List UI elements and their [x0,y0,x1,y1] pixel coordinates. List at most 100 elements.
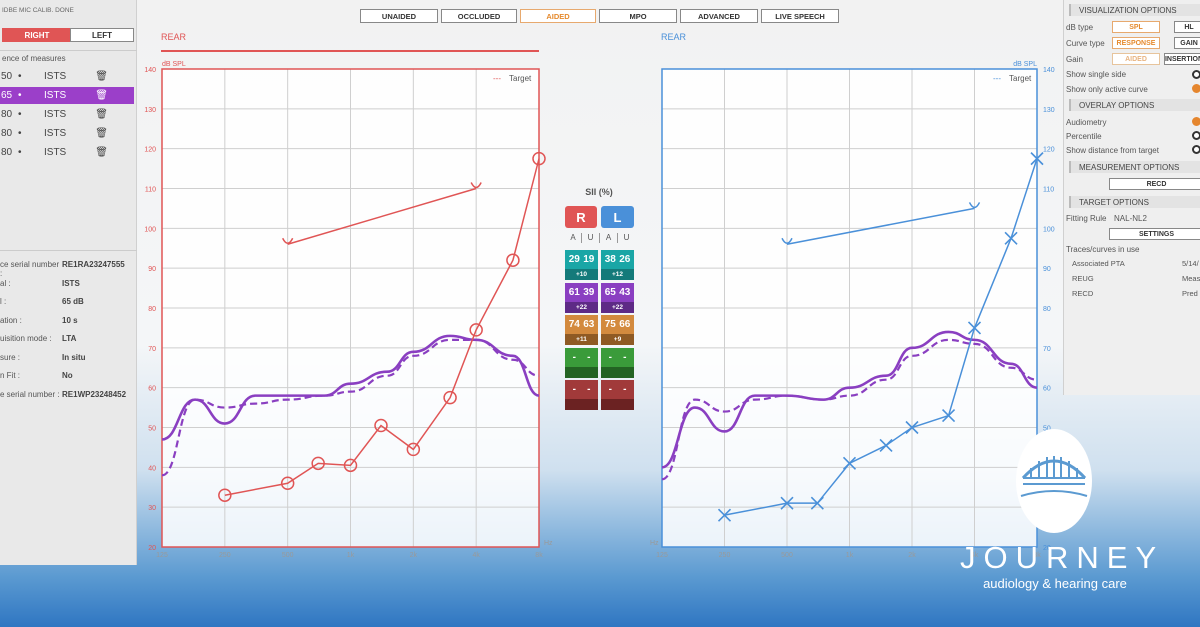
left-chart-title: REAR [661,32,687,42]
aided-button[interactable]: AIDED [1112,53,1160,65]
tab-occluded[interactable]: OCCLUDED [441,9,517,23]
y-tick-label: 120 [1043,147,1055,154]
measure-signal: ISTS [44,90,67,101]
tab-live-speech[interactable]: LIVE SPEECH [761,9,839,23]
trash-icon[interactable]: 🗑 [88,90,108,101]
x-axis-label: Hz [544,540,553,547]
tab-advanced[interactable]: ADVANCED [680,9,758,23]
y-tick-label: 100 [144,226,156,233]
info-row: sure : In situ [0,353,86,362]
y-tick-label: 30 [148,505,156,512]
info-value: No [62,371,73,380]
measure-dot: • [18,128,22,139]
sii-delta [601,399,634,410]
percentile-toggle[interactable] [1192,131,1200,140]
legend-dash: --- [493,74,501,83]
measurement-options-header: MEASUREMENT OPTIONS [1069,161,1200,173]
trash-icon[interactable]: 🗑 [88,71,108,82]
measure-row[interactable]: 50 • ISTS 🗑 [0,68,134,85]
info-key: al : [0,278,11,288]
sii-l-cell: 75 66 +9 [601,315,634,345]
measure-panel: IDBE MIC CALIB. DONE RIGHT LEFT ence of … [0,0,137,565]
sii-delta: +22 [565,302,598,313]
y-tick-label: 100 [1043,226,1055,233]
recd-button[interactable]: RECD [1109,178,1200,190]
x-tick-label: 4k [472,552,480,559]
spl-button[interactable]: SPL [1112,21,1160,33]
sii-aided-value: - [608,352,612,363]
gain-label: Gain [1066,55,1083,64]
measure-dot: • [18,71,22,82]
y-tick-label: 40 [148,465,156,472]
y-axis-label: dB SPL [162,61,186,68]
settings-button[interactable]: SETTINGS [1109,228,1200,240]
sii-aided-value: 38 [604,254,616,265]
trace-name: RECD [1072,289,1094,298]
y-tick-label: 60 [148,386,156,393]
db-type-label: dB type [1066,23,1094,32]
trash-icon[interactable]: 🗑 [88,128,108,139]
sii-r-cell: 61 39 +22 [565,283,598,313]
measure-row[interactable]: 80 • ISTS 🗑 [0,144,134,161]
sii-l-cell: 65 43 +22 [601,283,634,313]
hl-button[interactable]: HL [1174,21,1200,33]
left-ear-chart[interactable]: 2030405060708090100110120130140125250500… [645,55,1063,565]
right-ear-button[interactable]: RIGHT [2,28,72,42]
sii-aided-value: 61 [568,287,580,298]
sii-unaided-value: 39 [583,287,595,298]
show-single-side-toggle[interactable] [1192,70,1200,79]
x-tick-label: 125 [156,552,168,559]
info-value: RE1WP23248452 [62,389,127,399]
overlay-options-header: OVERLAY OPTIONS [1069,99,1200,111]
sii-delta [601,367,634,378]
options-panel: VISUALIZATION OPTIONS dB type SPL HL Cur… [1063,0,1200,395]
y-tick-label: 20 [148,545,156,552]
measure-row[interactable]: 80 • ISTS 🗑 [0,106,134,123]
right-chart-title: REAR [161,32,187,42]
measure-signal: ISTS [44,128,67,139]
right-ear-chart[interactable]: 20 30 40 50 60 70 80 90 100 110 120 130 140 125 250 500… [137,55,557,565]
gain-button[interactable]: GAIN [1174,37,1200,49]
show-distance-toggle[interactable] [1192,145,1200,154]
tab-aided[interactable]: AIDED [520,9,596,23]
legend-target: Target [1009,74,1032,83]
tab-mpo[interactable]: MPO [599,9,677,23]
insertion-button[interactable]: INSERTION [1164,53,1200,65]
brand-name: JOURNEY [960,540,1165,575]
calibration-status: IDBE MIC CALIB. DONE [2,7,74,14]
measure-level: 50 [1,71,13,82]
measure-level: 80 [1,109,13,120]
sii-delta [565,399,598,410]
show-single-side-label: Show single side [1066,70,1127,79]
measure-row[interactable]: 65 • ISTS 🗑 [0,87,134,104]
sii-u-label: U [587,233,594,242]
sii-title: SII (%) [585,187,613,197]
trash-icon[interactable]: 🗑 [88,147,108,158]
sii-unaided-value: - [587,384,591,395]
sii-delta [565,367,598,378]
measure-signal: ISTS [44,147,67,158]
y-tick-label: 140 [144,67,156,74]
tab-unaided[interactable]: UNAIDED [360,9,438,23]
info-row: uisition mode : LTA [0,334,76,343]
sii-aided-value: 75 [604,319,616,330]
left-ear-button[interactable]: LEFT [70,28,134,42]
show-only-active-toggle[interactable] [1192,84,1200,93]
response-button[interactable]: RESPONSE [1112,37,1160,49]
info-row: l : 65 dB [0,297,84,306]
sii-unaided-value: - [623,352,627,363]
info-value: LTA [62,334,77,343]
measure-row[interactable]: 80 • ISTS 🗑 [0,125,134,142]
brand-tagline: audiology & hearing care [983,576,1127,591]
trace-value: Meas [1182,274,1200,283]
y-tick-label: 130 [1043,107,1055,114]
x-tick-label: 2k [908,552,916,559]
sii-left-button[interactable]: L [601,206,634,228]
info-key: ce serial number : [0,260,60,278]
sii-right-button[interactable]: R [565,206,597,228]
trash-icon[interactable]: 🗑 [88,109,108,120]
sii-delta: +22 [601,302,634,313]
measure-dot: • [18,90,22,101]
audiometry-toggle[interactable] [1192,117,1200,126]
show-only-active-label: Show only active curve [1066,85,1148,94]
